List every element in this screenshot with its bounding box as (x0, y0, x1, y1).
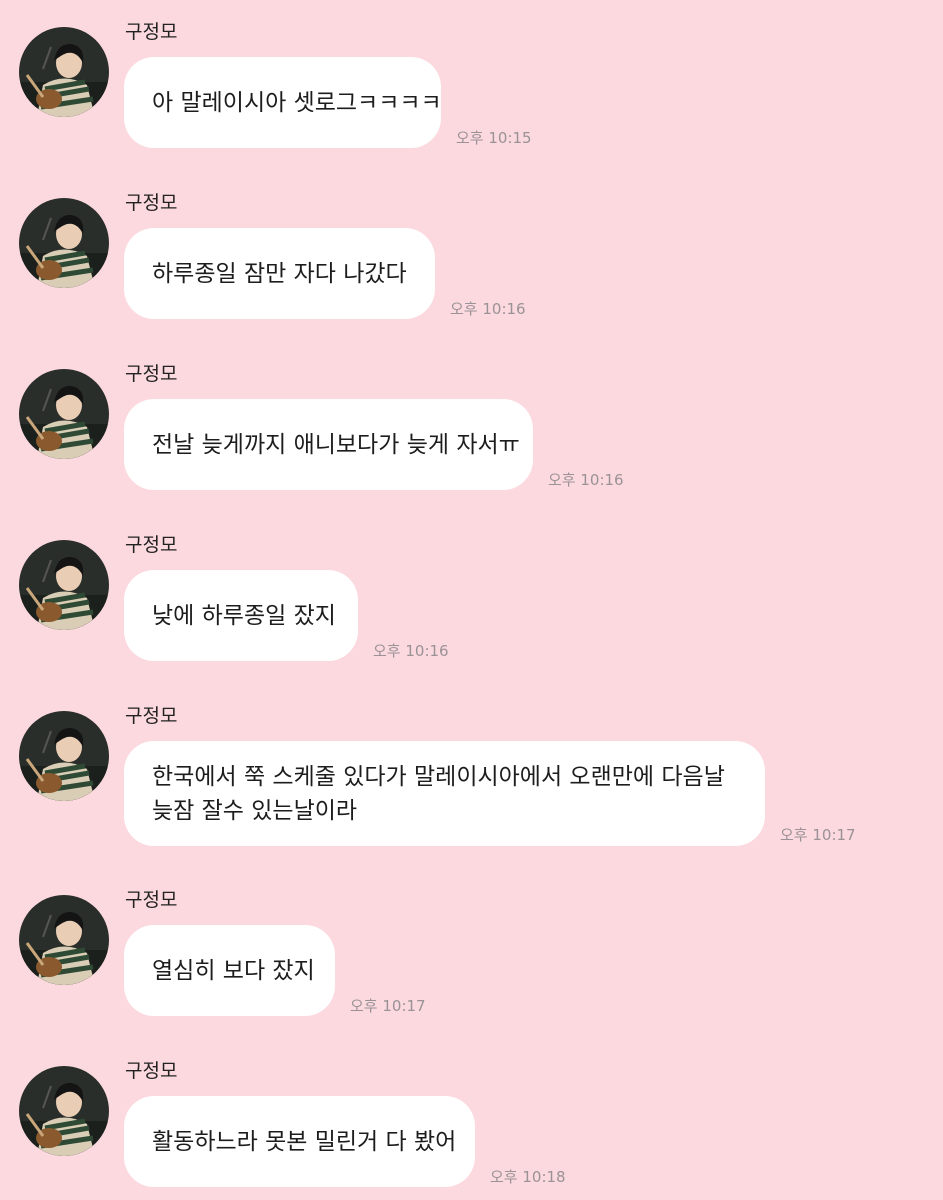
message-bubble[interactable]: 한국에서 쭉 스케줄 있다가 말레이시아에서 오랜만에 다음날 늦잠 잘수 있는… (124, 741, 765, 846)
message-timestamp: 오후 10:18 (490, 1168, 566, 1186)
message-bubble[interactable]: 낮에 하루종일 잤지 (124, 570, 358, 661)
profile-photo-icon[interactable] (19, 369, 109, 459)
profile-photo-icon[interactable] (19, 1066, 109, 1156)
message-row: 구정모 전날 늦게까지 애니보다가 늦게 자서ㅠ 오후 10:16 (0, 342, 943, 513)
message-row: 구정모 낮에 하루종일 잤지 오후 10:16 (0, 513, 943, 684)
sender-name: 구정모 (125, 534, 178, 556)
message-timestamp: 오후 10:16 (548, 471, 624, 489)
message-timestamp: 오후 10:16 (373, 642, 449, 660)
message-text: 낮에 하루종일 잤지 (152, 602, 336, 629)
message-row: 구정모 열심히 보다 잤지 오후 10:17 (0, 868, 943, 1039)
message-text: 하루종일 잠만 자다 나갔다 (152, 260, 407, 287)
profile-photo-icon[interactable] (19, 895, 109, 985)
message-row: 구정모 활동하느라 못본 밀린거 다 봤어 오후 10:18 (0, 1039, 943, 1200)
message-bubble[interactable]: 활동하느라 못본 밀린거 다 봤어 (124, 1096, 475, 1187)
sender-name: 구정모 (125, 1060, 178, 1082)
message-timestamp: 오후 10:15 (456, 129, 532, 147)
message-row: 구정모 아 말레이시아 셋로그ㅋㅋㅋㅋ 오후 10:15 (0, 0, 943, 171)
message-bubble[interactable]: 열심히 보다 잤지 (124, 925, 335, 1016)
message-text: 활동하느라 못본 밀린거 다 봤어 (152, 1128, 457, 1155)
profile-photo-icon[interactable] (19, 198, 109, 288)
profile-photo-icon[interactable] (19, 711, 109, 801)
message-bubble[interactable]: 전날 늦게까지 애니보다가 늦게 자서ㅠ (124, 399, 533, 490)
sender-name: 구정모 (125, 889, 178, 911)
message-timestamp: 오후 10:17 (350, 997, 426, 1015)
message-text: 아 말레이시아 셋로그ㅋㅋㅋㅋ (152, 89, 442, 116)
profile-photo-icon[interactable] (19, 27, 109, 117)
message-row: 구정모 하루종일 잠만 자다 나갔다 오후 10:16 (0, 171, 943, 342)
sender-name: 구정모 (125, 21, 178, 43)
message-text: 늦잠 잘수 있는날이라 (152, 797, 358, 824)
sender-name: 구정모 (125, 363, 178, 385)
message-timestamp: 오후 10:16 (450, 300, 526, 318)
message-text: 한국에서 쭉 스케줄 있다가 말레이시아에서 오랜만에 다음날 (152, 763, 725, 790)
message-timestamp: 오후 10:17 (780, 826, 856, 844)
message-bubble[interactable]: 하루종일 잠만 자다 나갔다 (124, 228, 435, 319)
message-text: 열심히 보다 잤지 (152, 957, 315, 984)
message-text: 전날 늦게까지 애니보다가 늦게 자서ㅠ (152, 431, 520, 458)
message-row: 구정모 한국에서 쭉 스케줄 있다가 말레이시아에서 오랜만에 다음날 늦잠 잘… (0, 684, 943, 869)
message-bubble[interactable]: 아 말레이시아 셋로그ㅋㅋㅋㅋ (124, 57, 442, 148)
sender-name: 구정모 (125, 192, 178, 214)
sender-name: 구정모 (125, 705, 178, 727)
profile-photo-icon[interactable] (19, 540, 109, 630)
